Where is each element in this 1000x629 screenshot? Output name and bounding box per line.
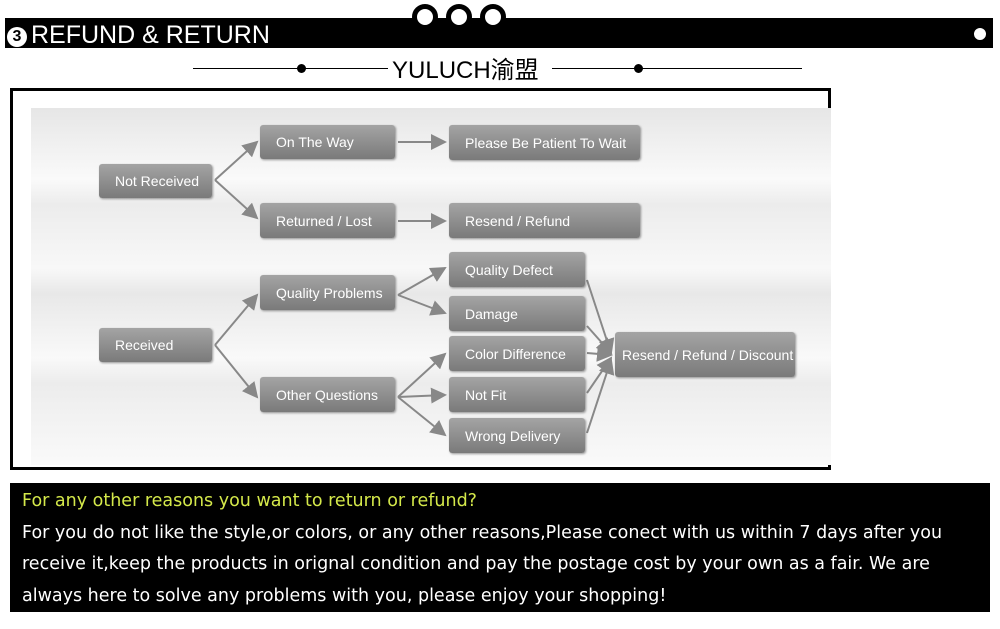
notice-question: For any other reasons you want to return… xyxy=(22,491,477,511)
node-resend-refund-discount: Resend / Refund / Discount xyxy=(615,332,795,377)
node-wrong-delivery: Wrong Delivery xyxy=(449,418,585,453)
flowchart-canvas: Not Received On The Way Please Be Patien… xyxy=(31,108,831,465)
node-other-questions: Other Questions xyxy=(260,377,395,412)
decor-circle-icon xyxy=(480,4,506,30)
notice-body: For you do not like the style,or colors,… xyxy=(22,522,943,606)
return-policy-notice: For any other reasons you want to return… xyxy=(10,483,990,612)
divider-dot xyxy=(634,64,643,73)
node-quality-defect: Quality Defect xyxy=(449,252,585,287)
flowchart-arrows xyxy=(214,134,615,437)
node-please-be-patient: Please Be Patient To Wait xyxy=(449,125,640,160)
node-on-the-way: On The Way xyxy=(260,125,395,159)
node-quality-problems: Quality Problems xyxy=(260,275,395,310)
node-returned-lost: Returned / Lost xyxy=(260,203,395,238)
divider xyxy=(193,68,388,69)
divider-dot xyxy=(297,64,306,73)
divider xyxy=(552,68,802,69)
step-number-badge: 3 xyxy=(7,27,27,47)
node-not-received: Not Received xyxy=(99,164,212,198)
node-received: Received xyxy=(99,328,212,362)
refund-flowchart: Not Received On The Way Please Be Patien… xyxy=(10,88,831,470)
node-resend-refund: Resend / Refund xyxy=(449,203,640,238)
brand-name: YULUCH渝盟 xyxy=(392,57,539,84)
node-color-difference: Color Difference xyxy=(449,336,585,371)
decor-circle-icon xyxy=(412,4,438,30)
node-not-fit: Not Fit xyxy=(449,377,585,412)
decor-circle-icon xyxy=(446,4,472,30)
section-title: REFUND & RETURN xyxy=(31,21,270,49)
decor-circle-icon xyxy=(970,24,990,44)
node-damage: Damage xyxy=(449,296,585,331)
